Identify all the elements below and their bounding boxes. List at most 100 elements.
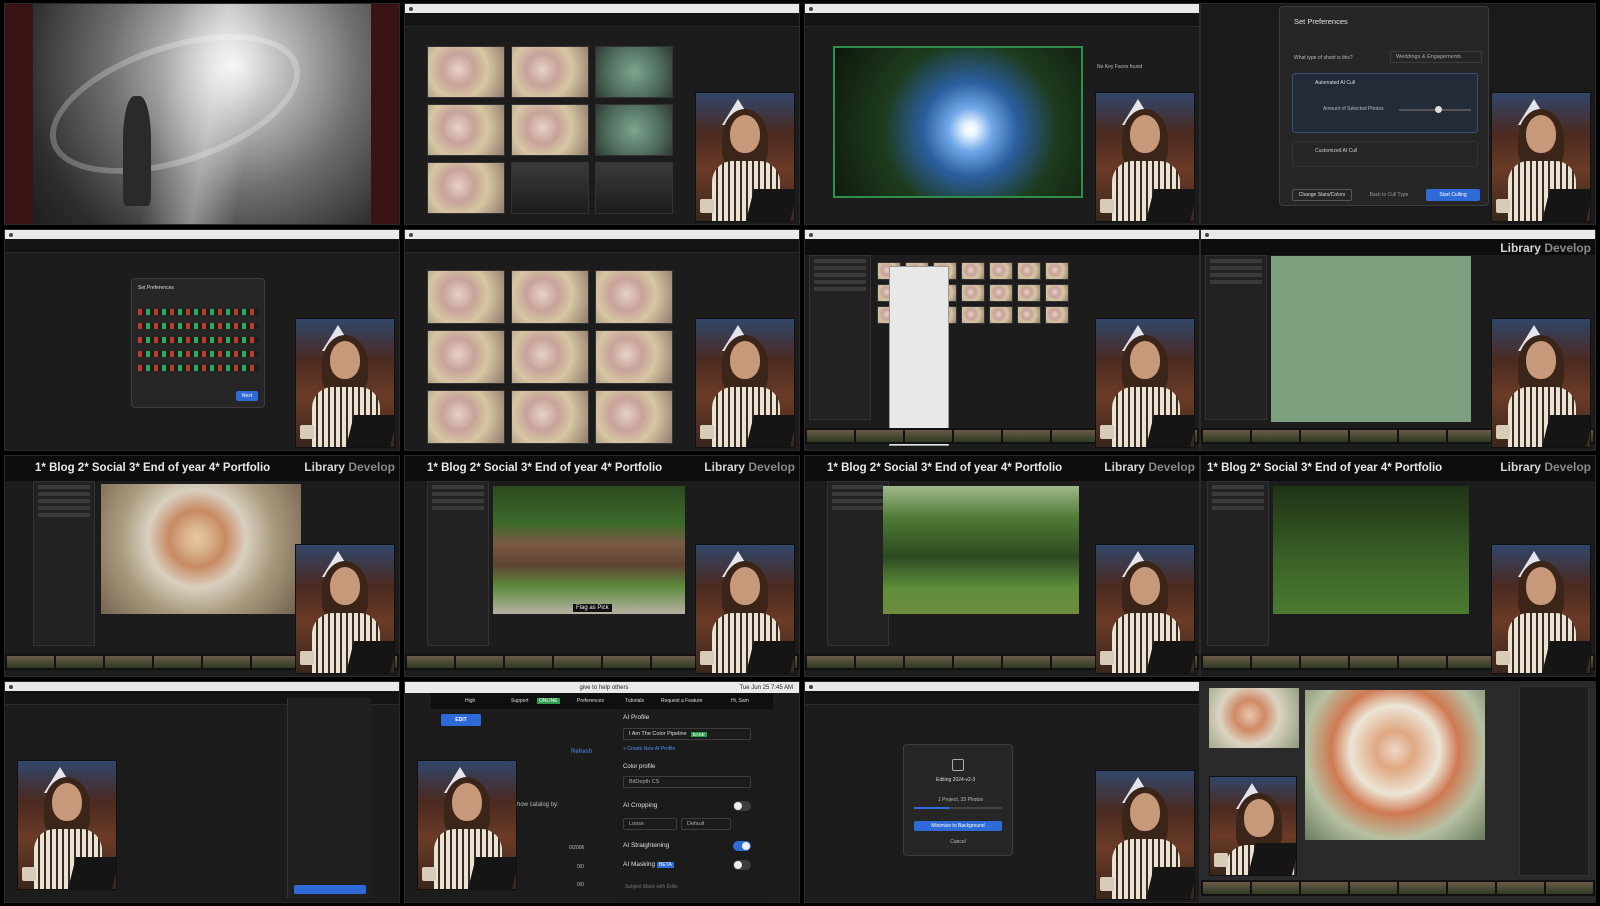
user-greeting[interactable]: Hi, Sam <box>731 698 749 704</box>
masking-beta-badge: BETA <box>657 862 674 868</box>
tile-aftershoot-sunburst: No Key Faces found <box>804 3 1200 225</box>
module-develop[interactable]: Develop <box>348 460 395 474</box>
module-library[interactable]: Library <box>1500 460 1541 474</box>
thumbnail[interactable] <box>511 162 589 214</box>
nav-tutorials[interactable]: Tutorials <box>625 698 644 704</box>
left-panel <box>33 481 95 646</box>
dialog-title: Set Preferences <box>138 285 174 291</box>
nav-support[interactable]: Support <box>511 698 529 704</box>
thumbnail[interactable] <box>427 390 505 444</box>
show-catalog-label: how catalog by: <box>517 802 559 808</box>
thumbnail[interactable] <box>511 104 589 156</box>
module-library[interactable]: Library <box>704 460 745 474</box>
thumbnail[interactable] <box>511 330 589 384</box>
color-profile-select[interactable]: BitDepth CS <box>623 776 751 788</box>
preset-shortcuts: 1* Blog 2* Social 3* End of year 4* Port… <box>827 462 1063 474</box>
apply-filters-button[interactable] <box>294 885 366 894</box>
thumbnail[interactable] <box>427 330 505 384</box>
webcam-overlay <box>1491 92 1591 222</box>
left-panel <box>827 481 889 646</box>
module-develop[interactable]: Develop <box>1544 241 1591 255</box>
webcam-overlay <box>1095 318 1195 448</box>
next-button[interactable]: Next <box>236 391 258 401</box>
lightroom-top <box>805 239 1199 255</box>
module-develop[interactable]: Develop <box>748 460 795 474</box>
module-develop[interactable]: Develop <box>1148 460 1195 474</box>
ai-cropping-toggle[interactable] <box>733 801 751 811</box>
nav-request-feature[interactable]: Request a Feature <box>661 698 702 704</box>
module-library[interactable]: Library <box>1104 460 1145 474</box>
thumbnail-grid <box>427 270 673 444</box>
edit-icon <box>952 759 964 771</box>
ai-straightening-toggle[interactable] <box>733 841 751 851</box>
tile-lr-develop-flowers <box>1200 681 1596 903</box>
thumbnail[interactable] <box>595 330 673 384</box>
tile-bw-bride-veil <box>4 3 400 225</box>
filmstrip[interactable] <box>1201 880 1595 896</box>
module-library[interactable]: Library <box>304 460 345 474</box>
module-develop[interactable]: Develop <box>1544 460 1591 474</box>
left-panel <box>1205 255 1267 420</box>
customized-cull-card[interactable]: Customized AI Cull <box>1292 141 1478 167</box>
minimize-button[interactable]: Minimize to Background <box>914 821 1002 831</box>
loupe-photo-building <box>493 486 685 614</box>
preset-shortcuts: 1* Blog 2* Social 3* End of year 4* Port… <box>1207 462 1443 474</box>
thumbnail[interactable] <box>427 270 505 324</box>
thumbnail[interactable] <box>427 104 505 156</box>
automated-cull-card[interactable]: Automated AI Cull Amount of Selected Pho… <box>1292 73 1478 133</box>
refresh-link[interactable]: Refresh <box>571 749 592 755</box>
no-faces-label: No Key Faces found <box>1097 64 1143 70</box>
amount-slider[interactable] <box>1399 106 1471 113</box>
develop-photo-flowers <box>1305 690 1485 840</box>
settings-panel: AI Profile I Am The Color Pipeline BASE … <box>617 710 767 902</box>
menu-bar <box>805 682 1199 691</box>
count-second: 0/0 <box>577 864 584 870</box>
automated-cull-label: Automated AI Cull <box>1315 80 1356 86</box>
thumbnail[interactable] <box>511 46 589 98</box>
tile-lr-building-photo: Library Develop 1* Blog 2* Social 3* End… <box>404 455 800 677</box>
subject-mask-option[interactable]: Subject Mask with Edits <box>625 884 678 890</box>
create-profile-link[interactable]: + Create New AI Profile <box>623 746 675 752</box>
crop-mode-select[interactable]: Loose <box>623 818 677 830</box>
quality-select[interactable]: High <box>465 698 475 704</box>
tile-aftershoot-culling-progress <box>404 229 800 451</box>
tile-aftershoot-edit-settings: give to help others Tue Jun 25 7:45 AM H… <box>404 681 800 903</box>
flag-tooltip: Flag as Pick <box>573 604 612 612</box>
context-menu[interactable] <box>889 266 949 446</box>
thumbnail[interactable] <box>595 270 673 324</box>
thumbnail[interactable] <box>595 162 673 214</box>
webcam-overlay <box>695 92 795 222</box>
ai-masking-label: AI Masking <box>623 861 656 868</box>
color-profile-heading: Color profile <box>623 764 656 770</box>
amount-label: Amount of Selected Photos <box>1323 106 1384 112</box>
count-total: 0/2006 <box>569 845 585 851</box>
thumbnail[interactable] <box>427 46 505 98</box>
change-stars-button[interactable]: Change Stars/Colors <box>1292 189 1352 201</box>
start-culling-button[interactable]: Start Culling <box>1426 189 1480 201</box>
module-library[interactable]: Library <box>1500 241 1541 255</box>
ai-masking-toggle[interactable] <box>733 860 751 870</box>
thumbnail[interactable] <box>427 162 505 214</box>
tile-set-preferences-colors: Set Preferences Next <box>4 229 400 451</box>
thumbnail[interactable] <box>511 270 589 324</box>
nav-preferences[interactable]: Preferences <box>577 698 604 704</box>
cancel-button[interactable]: Cancel <box>944 837 972 847</box>
crop-ratio-select[interactable]: Default <box>681 818 731 830</box>
mac-menu-bar: give to help others Tue Jun 25 7:45 AM <box>405 682 799 693</box>
app-toolbar <box>405 13 799 27</box>
back-to-cull-type-button[interactable]: Back to Cull Type <box>1358 189 1420 201</box>
thumbnail[interactable] <box>595 104 673 156</box>
filter-panel <box>287 698 371 898</box>
dialog-title: Set Preferences <box>1294 17 1348 26</box>
editing-progress-dialog: Editing 2024-v2-3 1 Project, 33 Photos M… <box>903 744 1013 856</box>
left-panel <box>1207 481 1269 646</box>
thumbnail[interactable] <box>511 390 589 444</box>
set-preferences-dialog: Set Preferences Next <box>131 278 265 408</box>
menu-bar <box>805 230 1199 239</box>
app-toolbar <box>805 691 1199 705</box>
ai-profile-select[interactable]: I Am The Color Pipeline BASE <box>623 728 751 740</box>
shoot-type-select[interactable]: Weddings & Engagements <box>1390 51 1482 63</box>
thumbnail[interactable] <box>595 46 673 98</box>
edit-button[interactable]: EDIT <box>441 714 481 726</box>
thumbnail[interactable] <box>595 390 673 444</box>
